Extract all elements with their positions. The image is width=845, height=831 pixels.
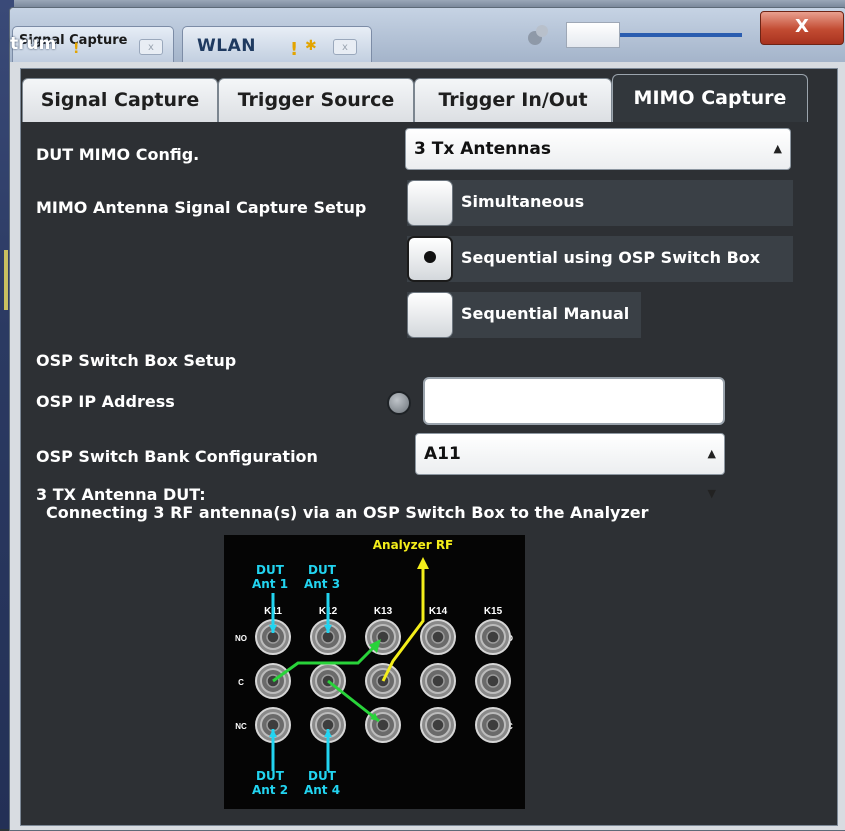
row-label-left: NO bbox=[235, 634, 247, 643]
column-label: K13 bbox=[374, 606, 393, 617]
radio-label: Sequential using OSP Switch Box bbox=[461, 248, 761, 267]
radio-sequential-osp[interactable]: Sequential using OSP Switch Box bbox=[407, 236, 793, 282]
connector-pin bbox=[431, 630, 445, 644]
updown-arrow-icon: ▲▼ bbox=[707, 447, 716, 500]
radio-button[interactable] bbox=[407, 180, 453, 226]
osp-ip-input[interactable] bbox=[423, 377, 725, 425]
dut-ant-1-label: DUT Ant 1 bbox=[251, 563, 289, 591]
osp-setup-heading: OSP Switch Box Setup bbox=[36, 351, 237, 370]
radio-sequential-manual[interactable]: Sequential Manual bbox=[407, 292, 641, 338]
analyzer-rf-label: Analyzer RF bbox=[372, 538, 454, 552]
background-title: trum bbox=[10, 34, 57, 54]
close-button[interactable]: X bbox=[760, 11, 844, 45]
tab-close-icon[interactable]: x bbox=[333, 39, 357, 55]
row-label-left: NC bbox=[235, 722, 247, 731]
dut-mimo-config-value: 3 Tx Antennas bbox=[414, 139, 551, 159]
connector-pin bbox=[486, 674, 500, 688]
row-label-left: C bbox=[238, 678, 244, 687]
osp-bank-label: OSP Switch Bank Configuration bbox=[36, 447, 318, 466]
description-line-1: 3 TX Antenna DUT: bbox=[36, 485, 206, 504]
slider-thumb[interactable] bbox=[566, 22, 620, 48]
column-label: K14 bbox=[429, 606, 448, 617]
radio-selected-dot bbox=[424, 251, 436, 263]
window-tab-label: WLAN bbox=[197, 36, 256, 56]
dut-ant-3-label: DUT Ant 3 bbox=[303, 563, 341, 591]
osp-bank-select[interactable]: A11 ▲ ▼ bbox=[415, 433, 725, 500]
column-label: K15 bbox=[484, 606, 503, 617]
radio-button[interactable] bbox=[407, 236, 453, 282]
window-tab-wlan[interactable]: WLAN ! ✱ x bbox=[182, 26, 372, 62]
osp-switch-diagram: K11K12K13K14K15K16NONOCCNCNC Analyzer RF… bbox=[224, 535, 566, 809]
osp-ip-label: OSP IP Address bbox=[36, 392, 175, 411]
dut-mimo-config-select[interactable]: 3 Tx Antennas ▲▼ bbox=[405, 128, 791, 195]
dut-ant-4-label: DUT Ant 4 bbox=[303, 769, 341, 797]
radio-label: Simultaneous bbox=[461, 192, 585, 211]
radio-simultaneous[interactable]: Simultaneous bbox=[407, 180, 793, 226]
warning-icon: ! bbox=[290, 39, 299, 60]
analyzer-arrow-head bbox=[417, 557, 429, 569]
dots-icon bbox=[528, 25, 558, 45]
tab-signal-capture[interactable]: Signal Capture bbox=[22, 78, 218, 122]
dut-ant-2-label: DUT Ant 2 bbox=[251, 769, 289, 797]
tab-trigger-in-out[interactable]: Trigger In/Out bbox=[414, 78, 612, 122]
description-line-2: Connecting 3 RF antenna(s) via an OSP Sw… bbox=[46, 503, 649, 522]
radio-button[interactable] bbox=[407, 292, 453, 338]
tab-trigger-source[interactable]: Trigger Source bbox=[218, 78, 414, 122]
tab-mimo-capture[interactable]: MIMO Capture bbox=[612, 74, 808, 122]
title-bar: Signal Capture ! x trum WLAN ! ✱ x X bbox=[10, 8, 845, 62]
status-led-icon bbox=[387, 391, 411, 415]
capture-setup-label: MIMO Antenna Signal Capture Setup bbox=[36, 198, 367, 217]
warning-icon: ! bbox=[73, 41, 80, 57]
connector-pin bbox=[486, 718, 500, 732]
osp-bank-value: A11 bbox=[424, 444, 461, 464]
connector-pin bbox=[431, 674, 445, 688]
dut-mimo-config-label: DUT MIMO Config. bbox=[36, 145, 200, 164]
star-icon: ✱ bbox=[305, 38, 317, 54]
tab-close-icon[interactable]: x bbox=[139, 39, 163, 55]
connector-pin bbox=[486, 630, 500, 644]
radio-label: Sequential Manual bbox=[461, 304, 630, 323]
connector-pin bbox=[431, 718, 445, 732]
